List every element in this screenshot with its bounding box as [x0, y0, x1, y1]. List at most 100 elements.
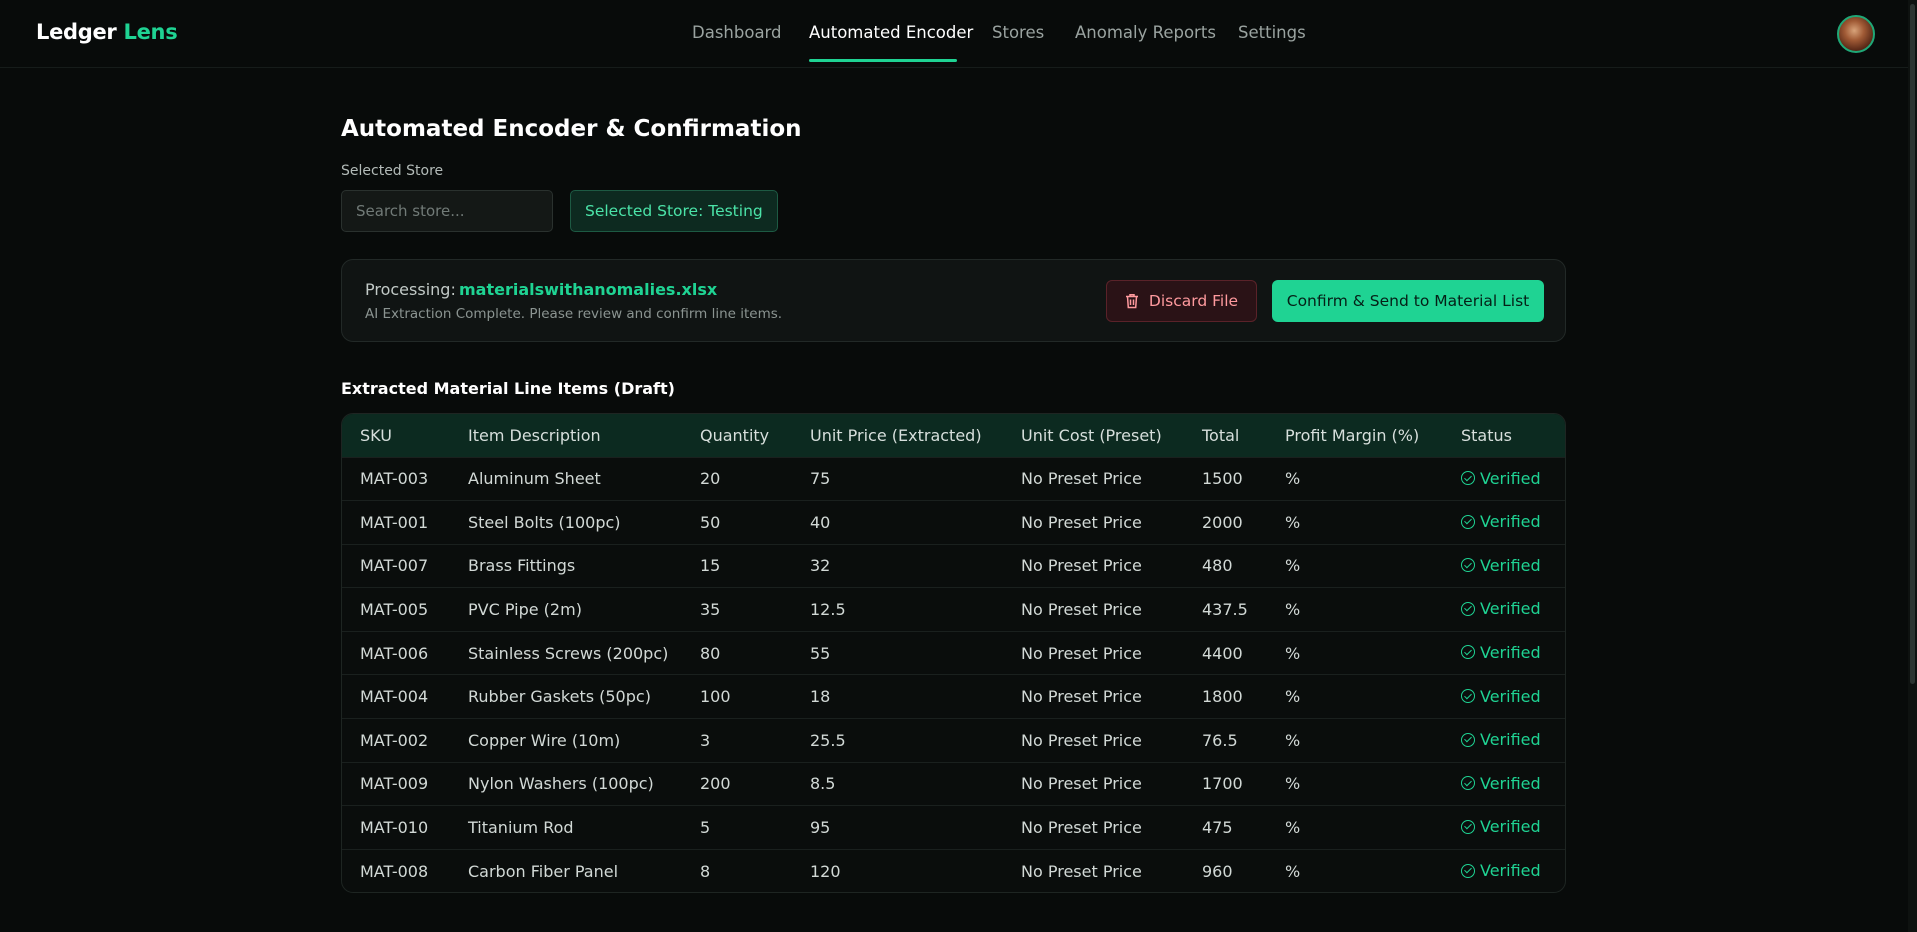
unit-cost-cell: No Preset Price	[1021, 469, 1142, 489]
table-row[interactable]: MAT-008 Carbon Fiber Panel 8 120 No Preset P…	[342, 849, 1565, 892]
status-badge: Verified	[1461, 774, 1541, 793]
line-items-title: Extracted Material Line Items (Draft)	[341, 379, 675, 398]
col-header-item-description[interactable]: Item Description	[450, 414, 682, 457]
unit-price-cell: 75	[810, 469, 831, 489]
line-items-table: SKU Item Description Quantity Unit Price…	[341, 413, 1566, 893]
sku-cell: MAT-008	[360, 861, 429, 881]
status-cell: Verified	[1443, 675, 1565, 719]
status-cell: Verified	[1443, 544, 1565, 588]
brand-name-part1: Ledger	[36, 20, 117, 44]
check-circle-icon	[1461, 601, 1475, 616]
quantity-cell: 3	[700, 730, 711, 750]
table-row[interactable]: MAT-001 Steel Bolts (100pc) 50 40 No Preset …	[342, 500, 1565, 545]
profit-margin-cell: %	[1285, 643, 1301, 663]
unit-price-cell: 120	[810, 861, 841, 881]
nav-dashboard[interactable]: Dashboard	[692, 23, 782, 42]
status-text: Verified	[1480, 555, 1541, 575]
status-text: Verified	[1480, 817, 1541, 837]
col-header-quantity[interactable]: Quantity	[682, 414, 792, 457]
unit-cost-cell: No Preset Price	[1021, 556, 1142, 576]
sku-cell: MAT-002	[360, 730, 429, 750]
profit-margin-cell: %	[1285, 774, 1301, 794]
status-cell: Verified	[1443, 849, 1565, 892]
status-cell: Verified	[1443, 806, 1565, 850]
processing-file-name: materialswithanomalies.xlsx	[459, 280, 718, 299]
sku-cell: MAT-004	[360, 687, 429, 707]
unit-price-cell: 95	[810, 818, 831, 838]
check-circle-icon	[1461, 863, 1475, 878]
brand-logo[interactable]: Ledger Lens	[36, 20, 178, 44]
profit-margin-cell: %	[1285, 512, 1301, 532]
col-header-unit-cost[interactable]: Unit Cost (Preset)	[1003, 414, 1184, 457]
status-text: Verified	[1480, 642, 1541, 662]
user-avatar[interactable]	[1837, 15, 1875, 53]
nav-anomaly-reports[interactable]: Anomaly Reports	[1075, 23, 1216, 42]
description-cell: PVC Pipe (2m)	[468, 600, 582, 620]
status-text: Verified	[1480, 512, 1541, 532]
table-header-row: SKU Item Description Quantity Unit Price…	[342, 414, 1565, 457]
check-circle-icon	[1461, 514, 1475, 529]
status-badge: Verified	[1461, 687, 1541, 706]
trash-icon	[1125, 294, 1138, 309]
nav-automated-encoder[interactable]: Automated Encoder	[809, 23, 973, 42]
unit-cost-cell: No Preset Price	[1021, 687, 1142, 707]
status-badge: Verified	[1461, 599, 1541, 618]
col-header-profit-margin[interactable]: Profit Margin (%)	[1267, 414, 1443, 457]
status-badge: Verified	[1461, 643, 1541, 662]
page-title: Automated Encoder & Confirmation	[341, 116, 802, 142]
scrollbar-thumb[interactable]	[1910, 4, 1915, 684]
sku-cell: MAT-007	[360, 556, 429, 576]
status-cell: Verified	[1443, 762, 1565, 806]
total-cell: 437.5	[1202, 600, 1248, 620]
processing-card: Processing: materialswithanomalies.xlsx …	[341, 259, 1566, 342]
sku-cell: MAT-006	[360, 643, 429, 663]
unit-cost-cell: No Preset Price	[1021, 512, 1142, 532]
nav-settings[interactable]: Settings	[1238, 23, 1306, 42]
col-header-sku[interactable]: SKU	[342, 414, 450, 457]
quantity-cell: 8	[700, 861, 711, 881]
profit-margin-cell: %	[1285, 861, 1301, 881]
total-cell: 475	[1202, 818, 1233, 838]
check-circle-icon	[1461, 558, 1475, 573]
description-cell: Steel Bolts (100pc)	[468, 512, 621, 532]
table-row[interactable]: MAT-010 Titanium Rod 5 95 No Preset Price 475…	[342, 805, 1565, 850]
confirm-send-button[interactable]: Confirm & Send to Material List	[1272, 280, 1544, 322]
table-row[interactable]: MAT-006 Stainless Screws (200pc) 80 55 No Pr…	[342, 631, 1565, 675]
table-row[interactable]: MAT-007 Brass Fittings 15 32 No Preset Price…	[342, 544, 1565, 588]
table-row[interactable]: MAT-009 Nylon Washers (100pc) 200 8.5 No Pre…	[342, 762, 1565, 806]
unit-cost-cell: No Preset Price	[1021, 861, 1142, 881]
processing-subtitle: AI Extraction Complete. Please review an…	[365, 306, 783, 322]
discard-file-button[interactable]: Discard File	[1106, 280, 1257, 322]
col-header-status[interactable]: Status	[1443, 414, 1565, 457]
processing-label: Processing:	[365, 280, 456, 299]
total-cell: 480	[1202, 556, 1233, 576]
sku-cell: MAT-001	[360, 512, 429, 532]
description-cell: Stainless Screws (200pc)	[468, 643, 669, 663]
table-row[interactable]: MAT-003 Aluminum Sheet 20 75 No Preset Price…	[342, 457, 1565, 501]
description-cell: Rubber Gaskets (50pc)	[468, 687, 651, 707]
sku-cell: MAT-010	[360, 818, 429, 838]
quantity-cell: 80	[700, 643, 721, 663]
description-cell: Aluminum Sheet	[468, 469, 601, 489]
nav-stores[interactable]: Stores	[992, 23, 1044, 42]
description-cell: Nylon Washers (100pc)	[468, 774, 654, 794]
table-row[interactable]: MAT-005 PVC Pipe (2m) 35 12.5 No Preset Pric…	[342, 587, 1565, 632]
top-navbar: Ledger Lens Dashboard Automated Encoder …	[0, 0, 1917, 68]
status-cell: Verified	[1443, 631, 1565, 675]
status-badge: Verified	[1461, 817, 1541, 836]
quantity-cell: 200	[700, 774, 731, 794]
store-search-input[interactable]	[341, 190, 553, 232]
discard-file-label: Discard File	[1148, 292, 1239, 310]
unit-cost-cell: No Preset Price	[1021, 818, 1142, 838]
total-cell: 1700	[1202, 774, 1243, 794]
status-cell: Verified	[1443, 719, 1565, 763]
table-row[interactable]: MAT-004 Rubber Gaskets (50pc) 100 18 No Pres…	[342, 674, 1565, 719]
check-circle-icon	[1461, 645, 1475, 660]
col-header-unit-price[interactable]: Unit Price (Extracted)	[792, 414, 1003, 457]
selected-store-label: Selected Store	[341, 163, 444, 179]
quantity-cell: 100	[700, 687, 731, 707]
col-header-total[interactable]: Total	[1184, 414, 1267, 457]
total-cell: 2000	[1202, 512, 1243, 532]
description-cell: Carbon Fiber Panel	[468, 861, 619, 881]
table-row[interactable]: MAT-002 Copper Wire (10m) 3 25.5 No Preset P…	[342, 718, 1565, 763]
